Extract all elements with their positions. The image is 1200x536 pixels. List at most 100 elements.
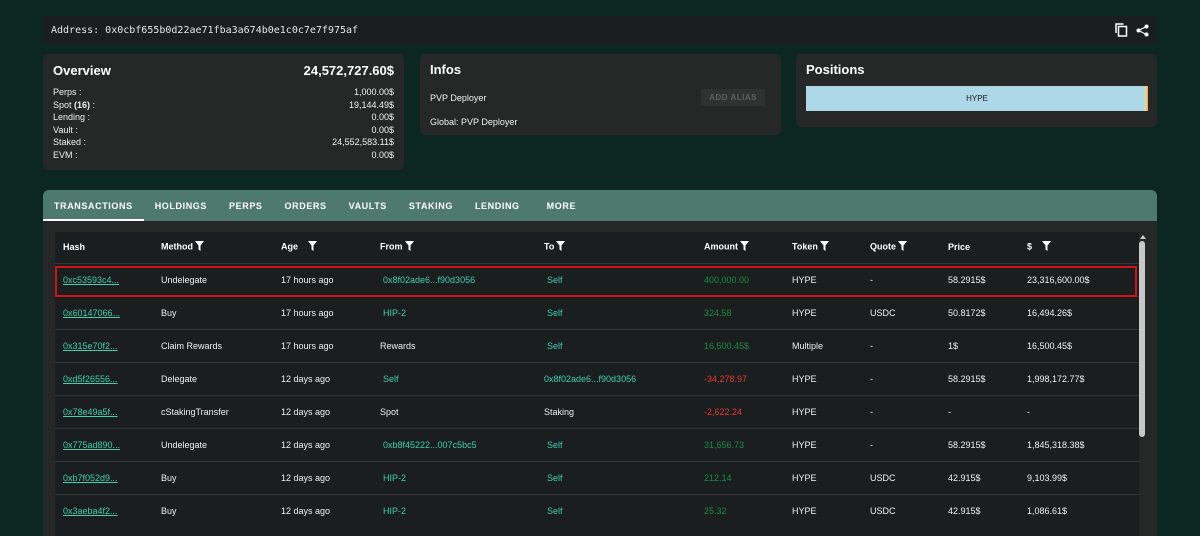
- cell-token: HYPE: [792, 460, 870, 494]
- cell-price: 58.2915$: [948, 361, 1027, 395]
- header-label: Quote: [870, 241, 896, 252]
- cell-price: 42.915$: [948, 460, 1027, 494]
- header-token[interactable]: Token: [792, 232, 870, 263]
- overview-row-staked: Staked :24,552,583.11$: [53, 137, 394, 148]
- positions-bar-edge: [1145, 86, 1148, 111]
- tab-vaults[interactable]: VAULTS: [338, 190, 398, 221]
- cell-quote: -: [870, 328, 948, 362]
- cell-to[interactable]: Self: [544, 460, 704, 494]
- cell-amount: 324.58: [704, 295, 792, 329]
- header-method[interactable]: Method: [161, 232, 281, 263]
- cell-usd: 1,998,172.77$: [1027, 361, 1139, 395]
- filter-icon[interactable]: [195, 241, 204, 253]
- cell-amount: 25.32: [704, 493, 792, 527]
- cell-price: 42.915$: [948, 493, 1027, 527]
- cell-hash[interactable]: 0x775ad890...: [55, 427, 161, 461]
- cell-from[interactable]: HIP-2: [380, 493, 544, 527]
- cell-from[interactable]: Self: [380, 361, 544, 395]
- table-row[interactable]: 0x775ad890... Undelegate 12 days ago 0xb8f4…: [55, 427, 1139, 461]
- cell-to[interactable]: Self: [544, 328, 704, 362]
- header-price[interactable]: Price: [948, 232, 1027, 263]
- overview-row-perps: Perps :1,000.00$: [53, 87, 394, 97]
- cell-hash[interactable]: 0xc53593c4...: [55, 262, 161, 296]
- address-bar: Address: 0x0cbf655b0d22ae71fba3a674b0e1c…: [43, 16, 1157, 44]
- add-alias-button[interactable]: ADD ALIAS: [701, 89, 765, 106]
- cell-token: HYPE: [792, 361, 870, 395]
- filter-icon[interactable]: [556, 241, 566, 253]
- filter-icon[interactable]: [819, 241, 829, 253]
- header-quote[interactable]: Quote: [870, 232, 948, 263]
- tab-perps[interactable]: PERPS: [218, 190, 274, 221]
- header-amount[interactable]: Amount: [704, 232, 792, 263]
- header-label: $: [1027, 241, 1033, 252]
- header-from[interactable]: From: [380, 232, 544, 263]
- table-row[interactable]: 0xb7f052d9... Buy 12 days ago HIP-2 Self 212.…: [55, 460, 1139, 494]
- cell-hash[interactable]: 0xb7f052d9...: [55, 460, 161, 494]
- header-to[interactable]: To: [544, 232, 704, 263]
- address-text: Address: 0x0cbf655b0d22ae71fba3a674b0e1c…: [51, 24, 359, 36]
- cell-amount: 212.14: [704, 460, 792, 494]
- infos-title: Infos: [430, 62, 462, 77]
- cell-from[interactable]: 0x8f02ade6...f90d3056: [380, 262, 544, 296]
- header-age[interactable]: Age: [281, 232, 380, 263]
- transactions-table-wrap: Hash Method Age From To Amount Token Quote Price…: [55, 232, 1146, 536]
- cell-to[interactable]: Self: [544, 295, 704, 329]
- filter-icon[interactable]: [740, 241, 749, 253]
- header-label: Age: [281, 241, 299, 252]
- copy-icon[interactable]: [1115, 23, 1128, 37]
- header-label: Amount: [704, 241, 738, 252]
- filter-icon[interactable]: [898, 241, 907, 253]
- cell-to[interactable]: Self: [544, 493, 704, 527]
- scrollbar-thumb[interactable]: [1139, 241, 1145, 437]
- cell-hash[interactable]: 0x60147066...: [55, 295, 161, 329]
- cell-method: Buy: [161, 295, 281, 329]
- header-label: Hash: [63, 242, 86, 253]
- table-row[interactable]: 0x60147066... Buy 17 hours ago HIP-2 Self 324…: [55, 295, 1139, 329]
- cell-method: cStakingTransfer: [161, 394, 281, 428]
- tab-orders[interactable]: ORDERS: [274, 190, 338, 221]
- cell-to[interactable]: Self: [544, 262, 704, 296]
- header-hash[interactable]: Hash: [55, 232, 161, 263]
- share-icon[interactable]: [1136, 24, 1149, 37]
- cell-age: 12 days ago: [281, 427, 380, 461]
- cell-from[interactable]: HIP-2: [380, 295, 544, 329]
- cell-age: 17 hours ago: [281, 295, 380, 329]
- cell-method: Undelegate: [161, 427, 281, 461]
- table-header-row: Hash Method Age From To Amount Token Quote Price…: [55, 232, 1139, 263]
- cell-age: 12 days ago: [281, 394, 380, 428]
- table-row[interactable]: 0xd5f26556... Delegate 12 days ago Self 0x8f…: [55, 361, 1139, 395]
- cell-from[interactable]: 0xb8f45222...007c5bc5: [380, 427, 544, 461]
- cell-amount: -2,622.24: [704, 394, 792, 428]
- table-row[interactable]: 0xc53593c4... Undelegate 17 hours ago 0x8f0…: [55, 262, 1139, 296]
- cell-quote: -: [870, 394, 948, 428]
- cell-quote: -: [870, 262, 948, 296]
- tab-staking[interactable]: STAKING: [398, 190, 464, 221]
- tab-more[interactable]: MORE: [531, 190, 587, 221]
- table-row[interactable]: 0x3aeba4f2... Buy 12 days ago HIP-2 Self 25.3…: [55, 493, 1139, 527]
- table-row[interactable]: 0x78e49a5f... cStakingTransfer 12 days ago…: [55, 394, 1139, 428]
- cell-token: HYPE: [792, 427, 870, 461]
- tab-transactions[interactable]: TRANSACTIONS: [43, 190, 144, 221]
- table-row[interactable]: 0x315e70f2... Claim Rewards 17 hours ago Re…: [55, 328, 1139, 362]
- cell-method: Buy: [161, 460, 281, 494]
- tab-lending[interactable]: LENDING: [464, 190, 531, 221]
- cell-hash[interactable]: 0x78e49a5f...: [55, 394, 161, 428]
- header-usd[interactable]: $: [1027, 232, 1139, 263]
- cell-hash[interactable]: 0xd5f26556...: [55, 361, 161, 395]
- cell-hash[interactable]: 0x315e70f2...: [55, 328, 161, 362]
- tabs-panel: TRANSACTIONS HOLDINGS PERPS ORDERS VAULT…: [43, 190, 1157, 536]
- cell-hash[interactable]: 0x3aeba4f2...: [55, 493, 161, 527]
- filter-icon[interactable]: [308, 241, 318, 253]
- cell-to: Staking: [544, 394, 704, 428]
- filter-icon[interactable]: [1042, 241, 1052, 253]
- positions-bar[interactable]: HYPE: [806, 86, 1148, 111]
- cell-from[interactable]: HIP-2: [380, 460, 544, 494]
- cell-price: 50.8172$: [948, 295, 1027, 329]
- filter-icon[interactable]: [404, 241, 414, 253]
- cell-to[interactable]: 0x8f02ade6...f90d3056: [544, 361, 704, 395]
- cell-age: 12 days ago: [281, 361, 380, 395]
- tab-holdings[interactable]: HOLDINGS: [144, 190, 218, 221]
- cell-amount: 16,500.45$: [704, 328, 792, 362]
- cell-to[interactable]: Self: [544, 427, 704, 461]
- scroll-up-arrow[interactable]: [1140, 235, 1146, 239]
